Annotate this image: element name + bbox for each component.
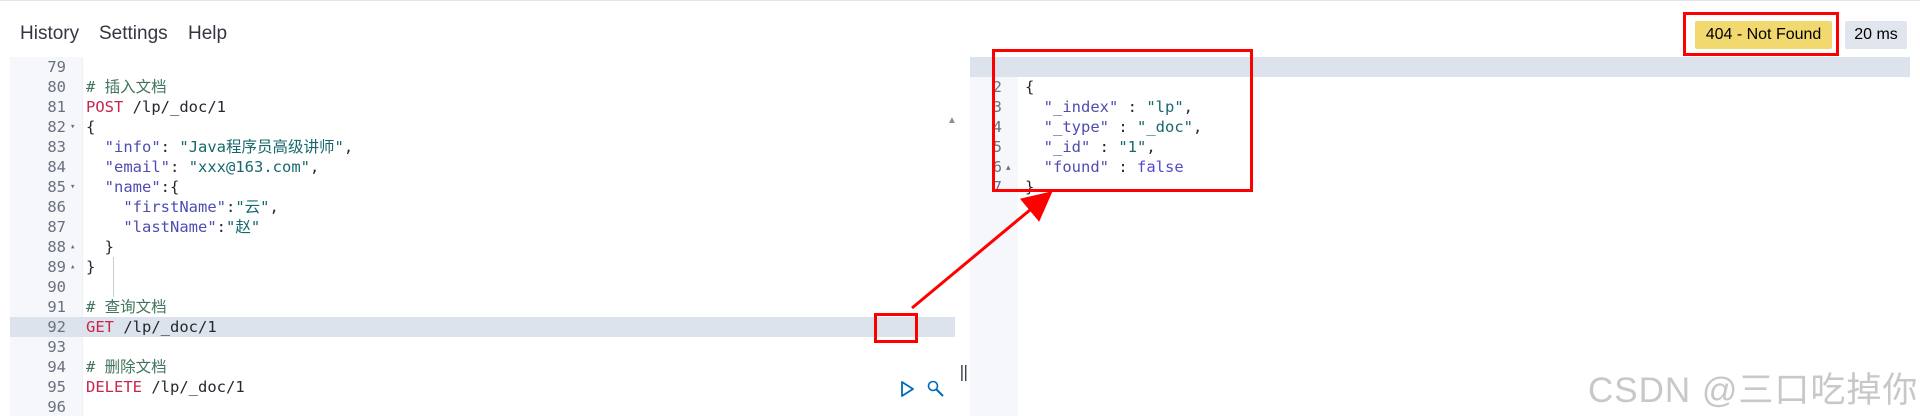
annotation-arrow: [911, 191, 1053, 310]
watermark: CSDN @三口吃掉你: [1588, 371, 1919, 410]
